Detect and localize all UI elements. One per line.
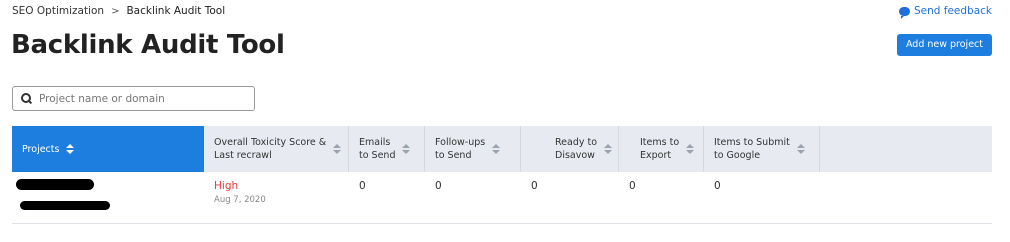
- breadcrumb-current: Backlink Audit Tool: [126, 5, 226, 17]
- redacted-project-name: [16, 179, 94, 190]
- chat-bubble-icon: [898, 6, 910, 16]
- column-header-label: Ready to Disavow: [555, 137, 598, 161]
- page-title: Backlink Audit Tool: [11, 30, 285, 60]
- column-header-toxicity[interactable]: Overall Toxicity Score & Last recrawl: [204, 126, 349, 172]
- items-to-submit-cell[interactable]: 0: [704, 172, 820, 223]
- last-recrawl-date: Aug 7, 2020: [214, 195, 266, 205]
- send-feedback-label: Send feedback: [913, 5, 992, 17]
- column-header-projects[interactable]: Projects: [12, 126, 204, 172]
- sort-icon: [402, 144, 411, 154]
- search-box[interactable]: [12, 86, 255, 111]
- sort-icon: [686, 144, 695, 154]
- column-header-items-to-export[interactable]: Items to Export: [619, 126, 704, 172]
- column-header-items-to-submit[interactable]: Items to Submit to Google: [704, 126, 820, 172]
- projects-table: Projects Overall Toxicity Score & Last r…: [12, 126, 992, 224]
- table-body: High Aug 7, 2020 0 0 0 0 0: [12, 172, 992, 224]
- column-header-label: Items to Submit to Google: [714, 137, 790, 161]
- send-feedback-link[interactable]: Send feedback: [898, 5, 992, 17]
- sort-icon: [492, 144, 501, 154]
- emails-to-send-cell[interactable]: 0: [349, 172, 425, 223]
- empty-cell: [820, 172, 992, 223]
- toxicity-score: High: [214, 180, 239, 192]
- sort-icon: [604, 144, 613, 154]
- column-header-label: Emails to Send: [359, 137, 396, 161]
- column-header-emails-to-send[interactable]: Emails to Send: [349, 126, 425, 172]
- sort-icon: [796, 144, 805, 154]
- sort-icon: [333, 144, 342, 154]
- column-header-label: Items to Export: [640, 137, 680, 161]
- toxicity-cell[interactable]: High Aug 7, 2020: [204, 172, 349, 223]
- breadcrumb: SEO Optimization > Backlink Audit Tool: [12, 5, 225, 17]
- redacted-project-domain: [20, 201, 110, 210]
- search-icon: [21, 93, 32, 104]
- items-to-export-cell[interactable]: 0: [619, 172, 704, 223]
- search-input[interactable]: [39, 92, 239, 105]
- ready-to-disavow-cell[interactable]: 0: [521, 172, 619, 223]
- followups-to-send-cell[interactable]: 0: [425, 172, 521, 223]
- project-cell[interactable]: [12, 172, 204, 223]
- column-header-empty: [820, 126, 992, 172]
- column-header-label: Projects: [22, 143, 60, 155]
- column-header-ready-to-disavow[interactable]: Ready to Disavow: [521, 126, 619, 172]
- table-header-row: Projects Overall Toxicity Score & Last r…: [12, 126, 992, 172]
- column-header-followups-to-send[interactable]: Follow-ups to Send: [425, 126, 521, 172]
- sort-icon: [66, 144, 75, 154]
- breadcrumb-separator: >: [111, 5, 120, 17]
- breadcrumb-parent-link[interactable]: SEO Optimization: [12, 5, 104, 17]
- add-new-project-button[interactable]: Add new project: [896, 34, 992, 56]
- column-header-label: Follow-ups to Send: [435, 137, 486, 161]
- table-row[interactable]: High Aug 7, 2020 0 0 0 0 0: [12, 172, 992, 224]
- column-header-label: Overall Toxicity Score & Last recrawl: [214, 137, 327, 161]
